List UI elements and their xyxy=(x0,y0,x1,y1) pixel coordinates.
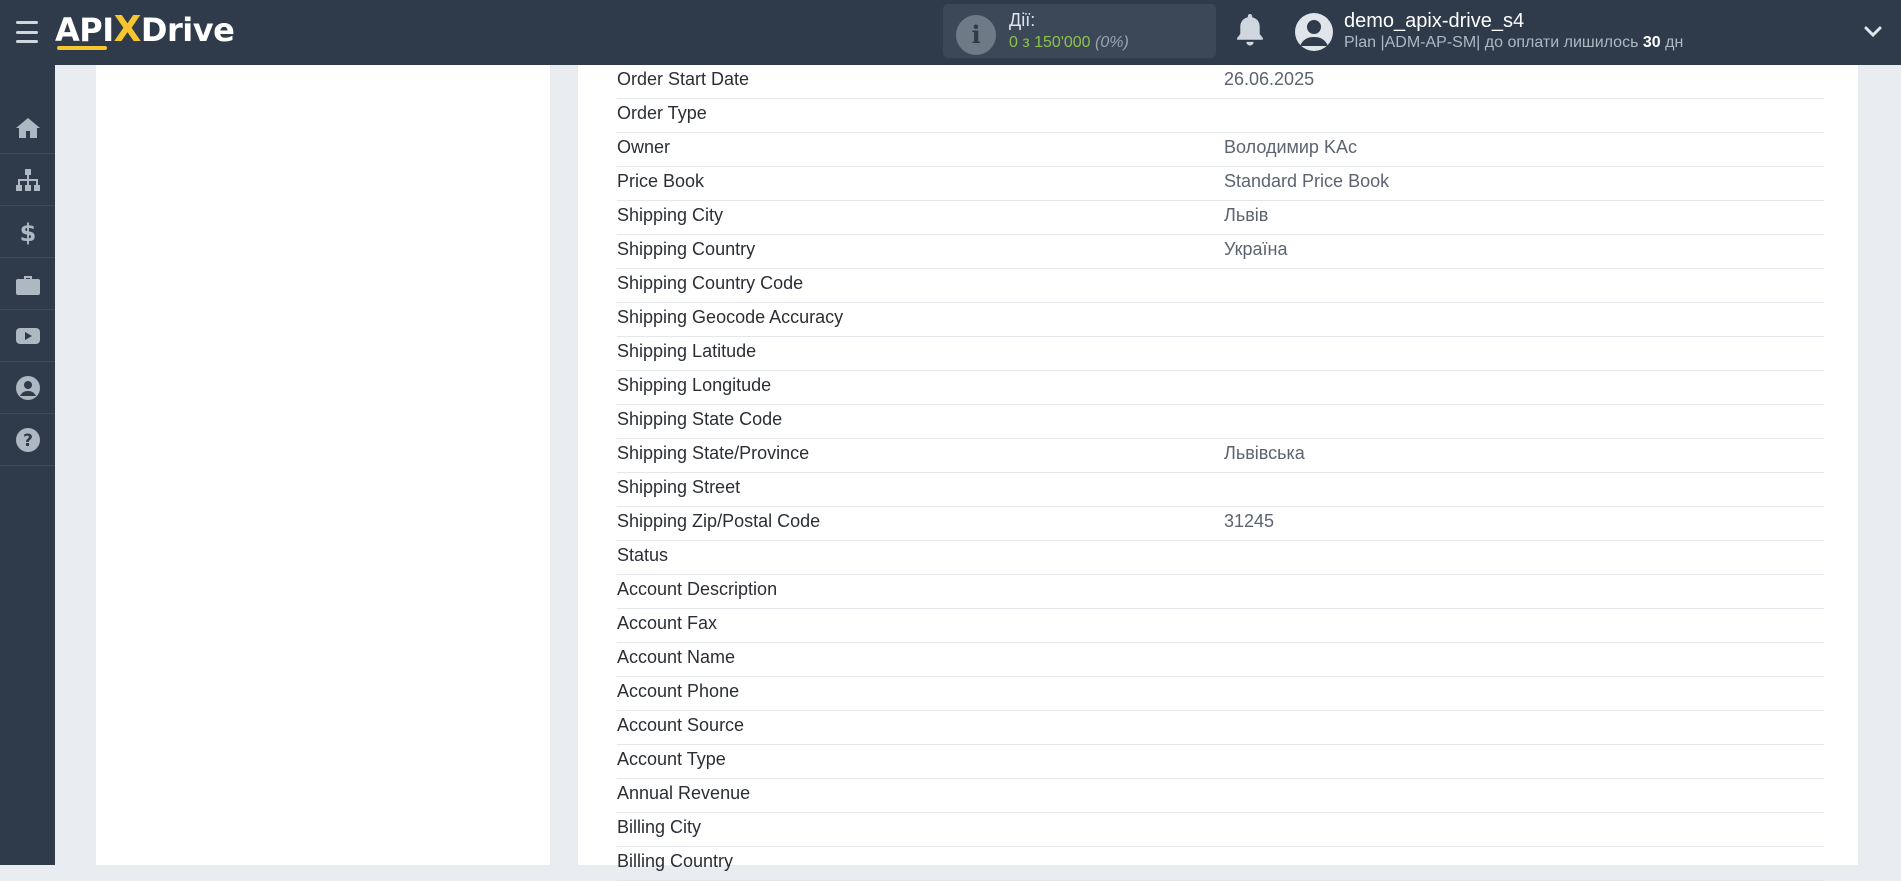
dollar-icon: $ xyxy=(19,219,36,245)
apix-drive-logo[interactable]: APIXDrive xyxy=(55,10,235,50)
field-row: Shipping City Львів xyxy=(617,201,1824,235)
field-label: Owner xyxy=(617,137,671,157)
sidebar: $ ? xyxy=(0,65,55,865)
field-row: Billing Country xyxy=(617,847,1824,881)
field-row: Shipping Latitude xyxy=(617,337,1824,371)
field-value: Володимир KAc xyxy=(1224,137,1357,157)
field-label: Shipping Geocode Accuracy xyxy=(617,307,844,327)
sitemap-icon xyxy=(15,168,40,191)
field-value: Львівська xyxy=(1224,443,1305,463)
info-icon: i xyxy=(956,15,996,55)
field-row: Shipping State Code xyxy=(617,405,1824,439)
field-row: Account Name xyxy=(617,643,1824,677)
sidebar-item-help[interactable]: ? xyxy=(0,414,55,466)
field-label: Shipping Longitude xyxy=(617,375,772,395)
chevron-down-icon[interactable] xyxy=(1863,22,1883,42)
plan-info: Plan |ADM-AP-SM| до оплати лишилось 30 д… xyxy=(1344,34,1684,51)
field-row: Account Type xyxy=(617,745,1824,779)
svg-text:?: ? xyxy=(23,431,33,451)
field-label: Shipping Country xyxy=(617,239,756,259)
field-row: Order Type xyxy=(617,99,1824,133)
sidebar-item-billing[interactable]: $ xyxy=(0,206,55,258)
field-row: Owner Володимир KAc xyxy=(617,133,1824,167)
fields-panel: Order Start Date 26.06.2025 Order Type Owne… xyxy=(578,65,1858,881)
sidebar-item-connections[interactable] xyxy=(0,154,55,206)
field-label: Account Type xyxy=(617,749,726,769)
menu-icon[interactable] xyxy=(16,21,38,43)
field-row: Price Book Standard Price Book xyxy=(617,167,1824,201)
svg-text:$: $ xyxy=(19,219,36,245)
fields-list: Order Start Date 26.06.2025 Order Type Owne… xyxy=(617,65,1824,881)
field-row: Status xyxy=(617,541,1824,575)
field-row: Shipping Zip/Postal Code 31245 xyxy=(617,507,1824,541)
question-circle-icon: ? xyxy=(15,427,40,452)
sidebar-item-profile[interactable] xyxy=(0,362,55,414)
field-label: Shipping Street xyxy=(617,477,741,497)
user-name[interactable]: demo_apix-drive_s4 xyxy=(1344,10,1524,33)
field-row: Billing City xyxy=(617,813,1824,847)
field-label: Status xyxy=(617,545,669,565)
field-row: Annual Revenue xyxy=(617,779,1824,813)
field-value: 31245 xyxy=(1224,511,1275,531)
field-row: Account Source xyxy=(617,711,1824,745)
field-label: Shipping Zip/Postal Code xyxy=(617,511,821,531)
field-label: Shipping State Code xyxy=(617,409,783,429)
field-label: Account Description xyxy=(617,579,778,599)
field-row: Shipping Geocode Accuracy xyxy=(617,303,1824,337)
top-bar: APIXDrive i Дії: 0 з 150'000 (0%) demo_a… xyxy=(0,0,1901,65)
youtube-icon xyxy=(15,327,40,344)
field-label: Billing Country xyxy=(617,851,734,871)
field-label: Shipping City xyxy=(617,205,724,225)
field-label: Billing City xyxy=(617,817,702,837)
field-row: Account Description xyxy=(617,575,1824,609)
field-label: Account Phone xyxy=(617,681,740,701)
field-row: Shipping Country Code xyxy=(617,269,1824,303)
logo-underline xyxy=(57,46,107,50)
field-row: Shipping Longitude xyxy=(617,371,1824,405)
field-label: Shipping State/Province xyxy=(617,443,810,463)
home-icon xyxy=(15,117,40,138)
actions-label: Дії: xyxy=(1009,10,1036,30)
field-label: Account Source xyxy=(617,715,745,735)
avatar[interactable] xyxy=(1295,13,1333,51)
field-label: Price Book xyxy=(617,171,705,191)
field-row: Shipping Country Україна xyxy=(617,235,1824,269)
user-circle-icon xyxy=(15,375,40,400)
bell-icon[interactable] xyxy=(1235,14,1265,48)
field-row: Shipping Street xyxy=(617,473,1824,507)
field-row: Shipping State/Province Львівська xyxy=(617,439,1824,473)
field-row: Account Phone xyxy=(617,677,1824,711)
actions-counter[interactable]: i Дії: 0 з 150'000 (0%) xyxy=(943,4,1216,58)
field-label: Account Name xyxy=(617,647,736,667)
briefcase-icon xyxy=(15,275,40,295)
sidebar-item-services[interactable] xyxy=(0,258,55,310)
field-label: Order Start Date xyxy=(617,69,750,89)
field-label: Order Type xyxy=(617,103,707,123)
field-row: Account Fax xyxy=(617,609,1824,643)
field-value: Україна xyxy=(1224,239,1288,259)
field-value: Львів xyxy=(1224,205,1269,225)
field-value: 26.06.2025 xyxy=(1224,69,1315,89)
field-label: Account Fax xyxy=(617,613,718,633)
field-label: Shipping Latitude xyxy=(617,341,757,361)
field-value: Standard Price Book xyxy=(1224,171,1390,191)
left-panel xyxy=(96,65,550,865)
actions-value: 0 з 150'000 (0%) xyxy=(1009,34,1129,51)
field-label: Shipping Country Code xyxy=(617,273,804,293)
sidebar-item-video[interactable] xyxy=(0,310,55,362)
field-row: Order Start Date 26.06.2025 xyxy=(617,65,1824,99)
sidebar-item-home[interactable] xyxy=(0,102,55,154)
field-label: Annual Revenue xyxy=(617,783,751,803)
